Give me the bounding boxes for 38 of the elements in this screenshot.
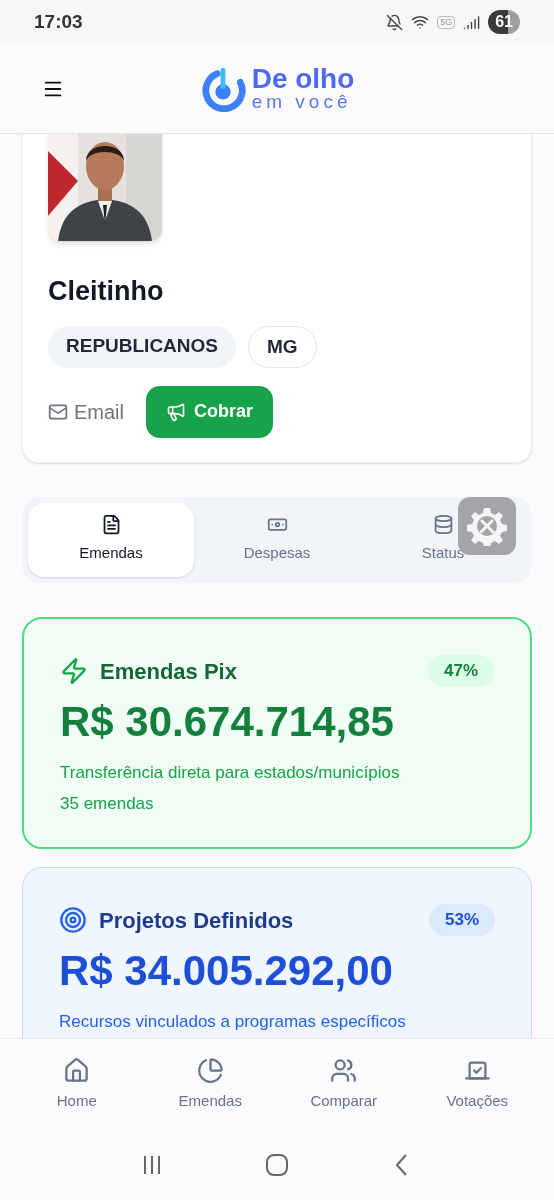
card-count: 35 emendas: [60, 793, 155, 815]
percent-badge: 47%: [427, 655, 494, 687]
card-title: Projetos Definidos: [99, 906, 294, 935]
email-button[interactable]: Email: [48, 396, 124, 427]
wifi-icon: [411, 13, 430, 31]
party-tag: REPUBLICANOS: [48, 325, 236, 368]
nav-item[interactable]: Votações: [422, 1056, 533, 1113]
status-time: 17:03: [34, 9, 83, 34]
gear-tools-icon: [467, 505, 507, 546]
home-icon: [63, 1056, 91, 1084]
percent-badge: 53%: [428, 904, 495, 936]
mute-icon: [386, 13, 404, 31]
power-logo-icon: [199, 65, 246, 112]
cobrar-button[interactable]: Cobrar: [146, 385, 274, 438]
nav-item[interactable]: Home: [21, 1056, 132, 1113]
card-amount: R$ 30.674.714,85: [60, 696, 395, 747]
card-title: Emendas Pix: [100, 657, 237, 686]
database-icon: [432, 514, 454, 536]
card-description: Recursos vinculados a programas específicos: [59, 1010, 407, 1033]
pie-chart-icon: [196, 1056, 224, 1084]
logo-subtitle: em você: [251, 91, 353, 112]
lightning-icon: [60, 657, 88, 685]
card-amount: R$ 34.005.292,00: [59, 945, 394, 996]
users-icon: [330, 1056, 358, 1084]
party-tag: MG: [248, 325, 317, 368]
card-description: Transferência direta para estados/municípios: [60, 761, 401, 784]
logo-title: De olho: [251, 65, 355, 92]
target-icon: [59, 906, 87, 934]
megaphone-icon: [166, 401, 186, 422]
profile-name: Cleitinho: [48, 275, 165, 308]
battery-indicator: 61: [488, 10, 520, 34]
tab[interactable]: Status: [360, 502, 526, 577]
network-label: 5G: [437, 15, 456, 29]
nav-item[interactable]: Comparar: [288, 1056, 399, 1113]
nav-item[interactable]: Emendas: [155, 1056, 266, 1113]
tab[interactable]: Emendas: [28, 502, 194, 577]
signal-icon: [463, 13, 481, 31]
tab[interactable]: Despesas: [194, 502, 360, 577]
